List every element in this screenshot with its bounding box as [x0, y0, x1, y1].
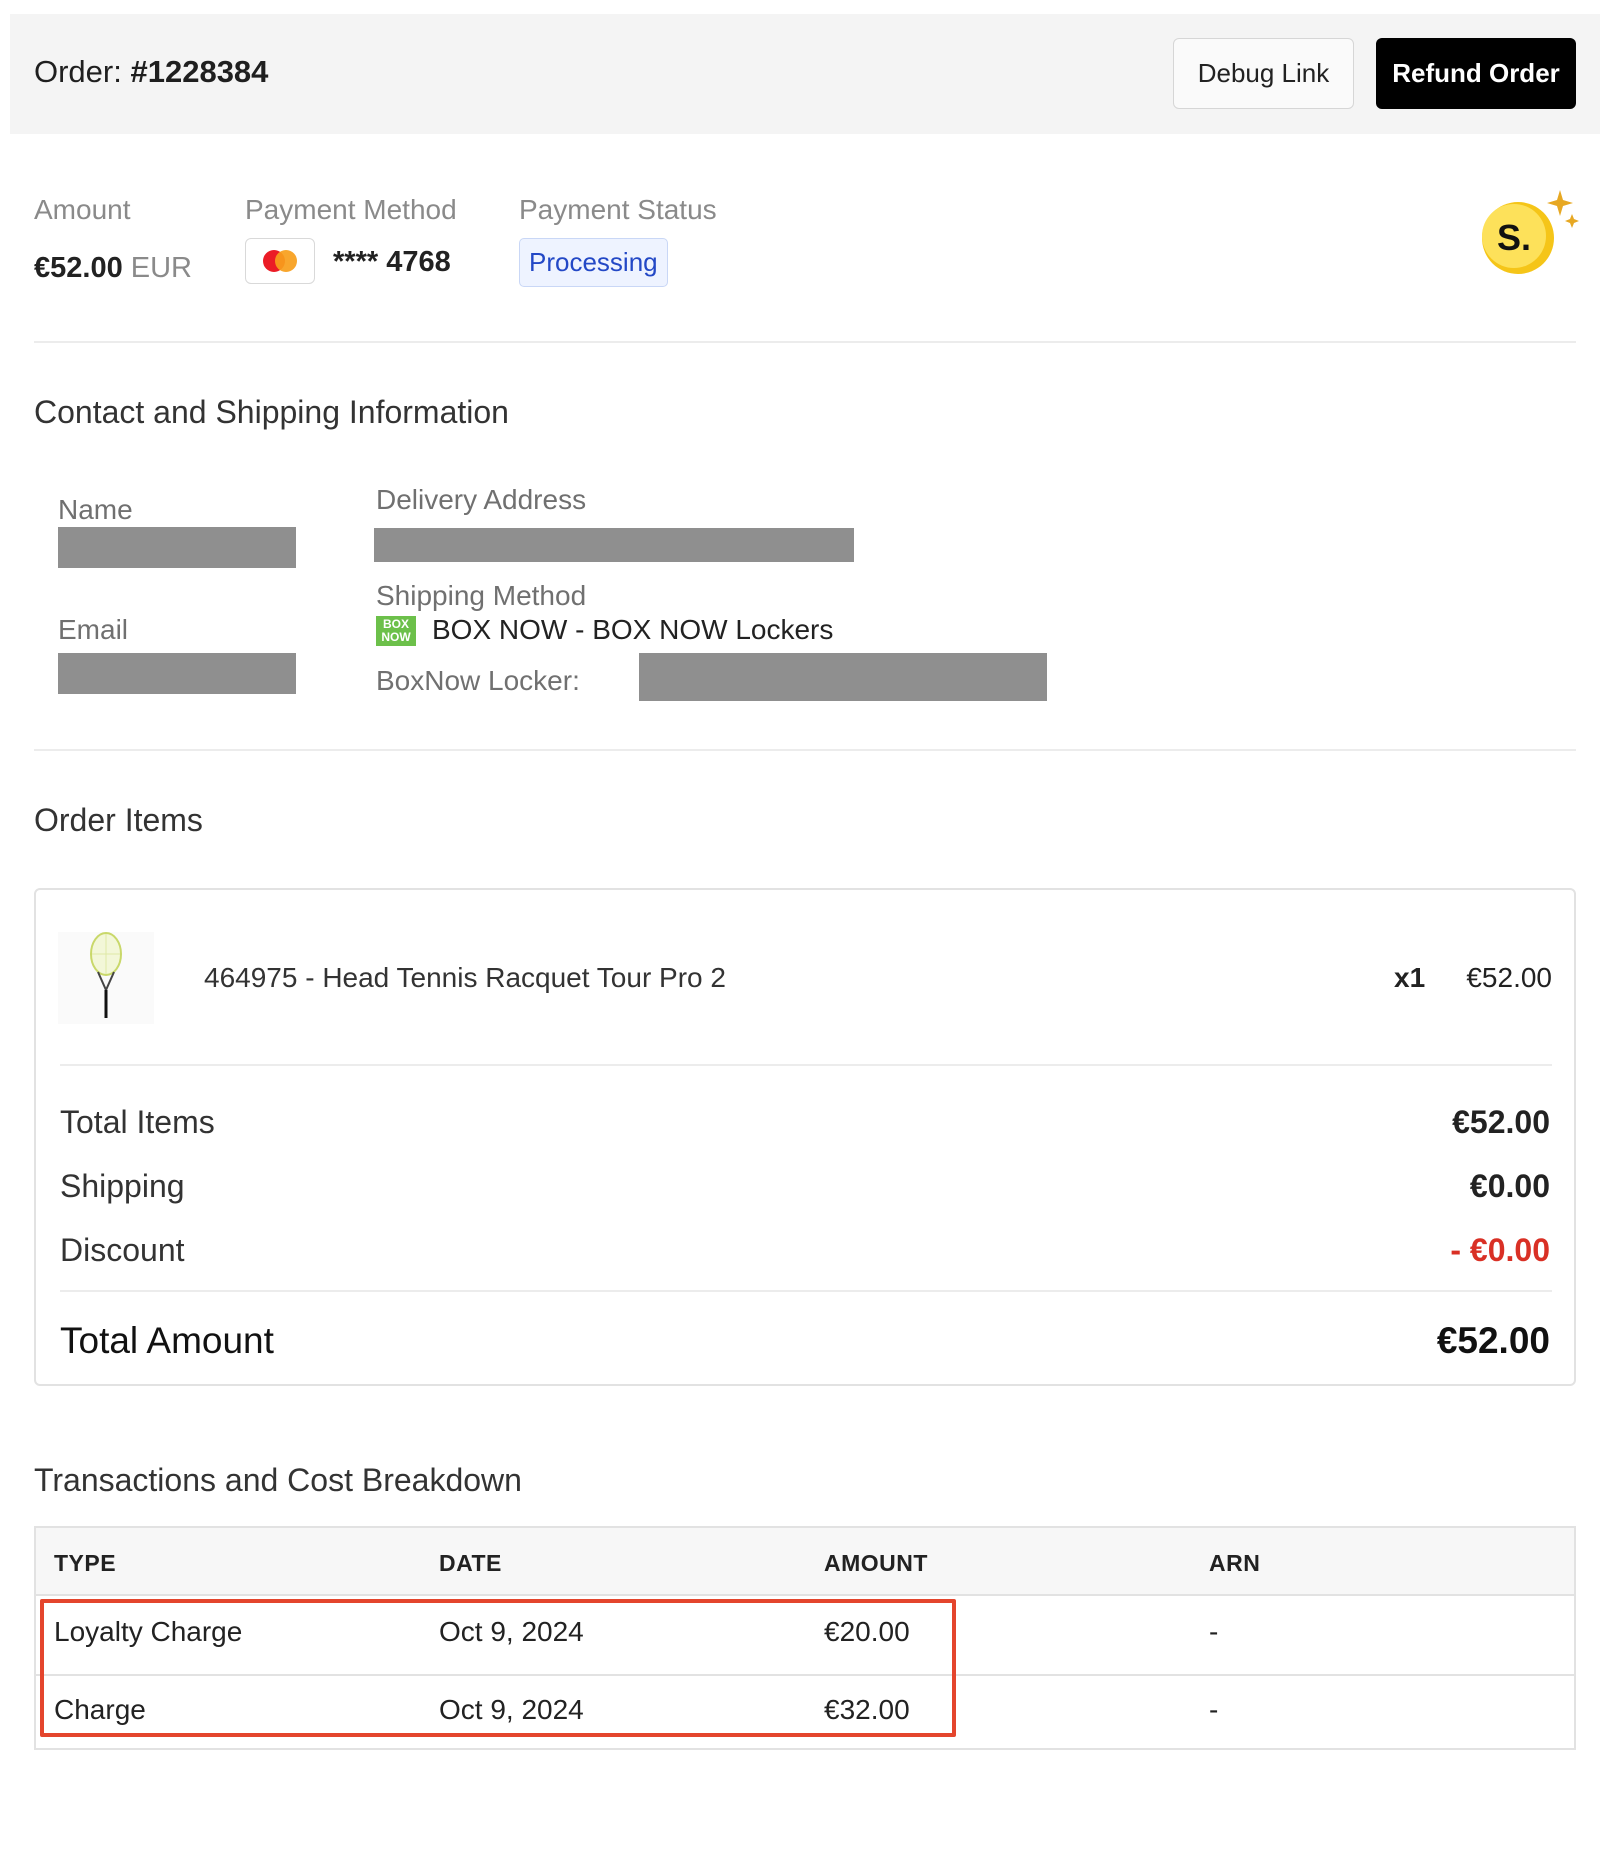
- highlight-annotation-box: [40, 1599, 956, 1737]
- row2-arn: -: [1209, 1694, 1219, 1725]
- column-header-arn: ARN: [1209, 1550, 1261, 1576]
- column-header-date: DATE: [439, 1550, 502, 1576]
- locker-label: BoxNow Locker:: [376, 665, 580, 696]
- discount-value: - €0.00: [1450, 1232, 1550, 1268]
- total-items-value: €52.00: [1452, 1104, 1550, 1140]
- amount-value: €52.00: [34, 252, 123, 284]
- total-amount-label: Total Amount: [60, 1320, 274, 1361]
- shipping-method-label: Shipping Method: [376, 580, 587, 611]
- item-name: 464975 - Head Tennis Racquet Tour Pro 2: [204, 962, 726, 993]
- item-qty: x1: [1394, 962, 1426, 993]
- delivery-address-label: Delivery Address: [376, 484, 587, 515]
- name-value-redacted: [58, 527, 296, 568]
- page-title: Order: #1228384: [34, 54, 268, 90]
- order-items-card: 464975 - Head Tennis Racquet Tour Pro 2 …: [34, 888, 1576, 1386]
- brand-logo-icon: S.: [1480, 186, 1580, 278]
- order-items-title: Order Items: [34, 802, 203, 838]
- order-prefix: Order:: [34, 54, 122, 89]
- order-header: Order: #1228384 Debug Link Refund Order: [10, 14, 1600, 134]
- card-number: **** 4768: [333, 246, 451, 278]
- total-items-label: Total Items: [60, 1104, 215, 1140]
- delivery-address-redacted: [374, 528, 854, 562]
- amount-value-group: €52.00 EUR: [34, 252, 192, 285]
- boxnow-logo-icon: BOX NOW: [376, 616, 416, 646]
- total-amount-value: €52.00: [1436, 1320, 1550, 1361]
- status-badge: Processing: [519, 238, 668, 287]
- brand-logo-letter: S.: [1497, 217, 1531, 258]
- discount-label: Discount: [60, 1232, 185, 1268]
- order-number: #1228384: [130, 54, 269, 89]
- divider: [34, 341, 1576, 343]
- divider: [60, 1290, 1552, 1292]
- contact-section-title: Contact and Shipping Information: [34, 394, 509, 430]
- mastercard-icon: [245, 238, 315, 284]
- shipping-value: €0.00: [1469, 1168, 1550, 1204]
- amount-currency: EUR: [130, 252, 192, 284]
- amount-label: Amount: [34, 194, 131, 225]
- table-header: TYPE DATE AMOUNT ARN: [36, 1528, 1574, 1596]
- boxnow-logo-bottom: NOW: [381, 630, 411, 644]
- divider: [60, 1064, 1552, 1066]
- payment-status-label: Payment Status: [519, 194, 717, 225]
- transactions-title: Transactions and Cost Breakdown: [34, 1462, 522, 1498]
- shipping-method-value: BOX NOW - BOX NOW Lockers: [432, 614, 834, 645]
- product-thumbnail: [58, 932, 154, 1024]
- locker-value-redacted: [639, 653, 1047, 701]
- debug-link-button[interactable]: Debug Link: [1173, 38, 1354, 109]
- column-header-amount: AMOUNT: [824, 1550, 928, 1576]
- row1-arn: -: [1209, 1616, 1219, 1647]
- item-price: €52.00: [1466, 962, 1552, 993]
- email-label: Email: [58, 614, 129, 645]
- shipping-label: Shipping: [60, 1168, 185, 1204]
- email-value-redacted: [58, 653, 296, 694]
- refund-order-button[interactable]: Refund Order: [1376, 38, 1576, 109]
- payment-method-label: Payment Method: [245, 194, 457, 225]
- column-header-type: TYPE: [54, 1550, 117, 1576]
- divider: [34, 749, 1576, 751]
- name-label: Name: [58, 494, 133, 525]
